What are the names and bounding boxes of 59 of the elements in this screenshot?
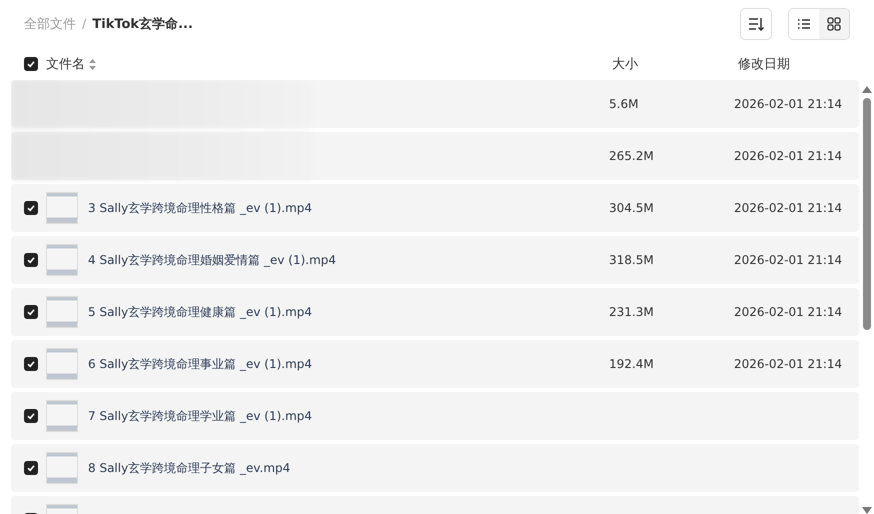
file-row[interactable]: 4 Sally玄学跨境命理婚姻爱情篇 _ev (1).mp4 318.5M 2026-02-01 21:14: [11, 236, 859, 284]
modified-date: 2026-02-01 21:14: [734, 305, 842, 319]
video-thumbnail: [46, 400, 78, 432]
size-column-header: 大小: [612, 56, 639, 73]
scroll-down-icon[interactable]: [862, 507, 872, 514]
name-column-header[interactable]: 文件名: [46, 55, 85, 73]
video-thumbnail: [46, 244, 78, 276]
file-row[interactable]: 5 Sally玄学跨境命理健康篇 _ev (1).mp4 231.3M 2026-02-01 21:14: [11, 288, 859, 336]
checkmark-icon: [26, 411, 36, 421]
row-checkbox[interactable]: [24, 461, 38, 475]
file-row[interactable]: 5.6M 2026-02-01 21:14: [11, 80, 859, 128]
file-size: 265.2M: [609, 149, 654, 163]
file-name: 3 Sally玄学跨境命理性格篇 _ev (1).mp4: [88, 200, 312, 216]
checkmark-icon: [26, 255, 36, 265]
checkmark-icon: [26, 307, 36, 317]
grid-view-button[interactable]: [819, 9, 849, 39]
video-thumbnail: [46, 296, 78, 328]
modified-date: 2026-02-01 21:14: [734, 253, 842, 267]
file-size: 318.5M: [609, 253, 654, 267]
video-thumbnail: [46, 452, 78, 484]
scroll-up-icon[interactable]: [862, 86, 872, 93]
select-all-checkbox[interactable]: [24, 57, 38, 71]
checkmark-icon: [26, 203, 36, 213]
list-icon: [797, 18, 811, 30]
file-row[interactable]: 7 Sally玄学跨境命理学业篇 _ev (1).mp4: [11, 392, 859, 440]
breadcrumb-separator: /: [82, 16, 86, 32]
file-name: 8 Sally玄学跨境命理子女篇 _ev.mp4: [88, 460, 290, 476]
row-checkbox[interactable]: [24, 357, 38, 371]
file-size: 231.3M: [609, 305, 654, 319]
checkmark-icon: [26, 59, 36, 69]
scrollbar-thumb[interactable]: [862, 98, 870, 330]
checkmark-icon: [26, 463, 36, 473]
date-column-header: 修改日期: [738, 56, 791, 73]
sort-arrows-icon[interactable]: [89, 58, 96, 70]
file-row[interactable]: 8 Sally玄学跨境命理子女篇 _ev.mp4: [11, 444, 859, 492]
modified-date: 2026-02-01 21:14: [734, 97, 842, 111]
file-size: 192.4M: [609, 357, 654, 371]
file-row[interactable]: 6 Sally玄学跨境命理事业篇 _ev (1).mp4 192.4M 2026-02-01 21:14: [11, 340, 859, 388]
modified-date: 2026-02-01 21:14: [734, 357, 842, 371]
file-row[interactable]: 265.2M 2026-02-01 21:14: [11, 132, 859, 180]
file-size: 5.6M: [609, 97, 638, 111]
row-checkbox[interactable]: [24, 409, 38, 423]
file-name: 4 Sally玄学跨境命理婚姻爱情篇 _ev (1).mp4: [88, 252, 336, 268]
modified-date: 2026-02-01 21:14: [734, 201, 842, 215]
file-name: 7 Sally玄学跨境命理学业篇 _ev (1).mp4: [88, 408, 312, 424]
row-checkbox[interactable]: [24, 305, 38, 319]
video-thumbnail: [46, 192, 78, 224]
row-checkbox[interactable]: [24, 201, 38, 215]
file-size: 304.5M: [609, 201, 654, 215]
sort-icon: [748, 17, 764, 31]
row-checkbox[interactable]: [24, 253, 38, 267]
video-thumbnail: [46, 348, 78, 380]
file-row[interactable]: 3 Sally玄学跨境命理性格篇 _ev (1).mp4 304.5M 2026-02-01 21:14: [11, 184, 859, 232]
sort-button[interactable]: [740, 8, 772, 40]
checkmark-icon: [26, 359, 36, 369]
file-name: 5 Sally玄学跨境命理健康篇 _ev (1).mp4: [88, 304, 312, 320]
modified-date: 2026-02-01 21:14: [734, 149, 842, 163]
file-name: 6 Sally玄学跨境命理事业篇 _ev (1).mp4: [88, 356, 312, 372]
grid-icon: [827, 17, 841, 31]
